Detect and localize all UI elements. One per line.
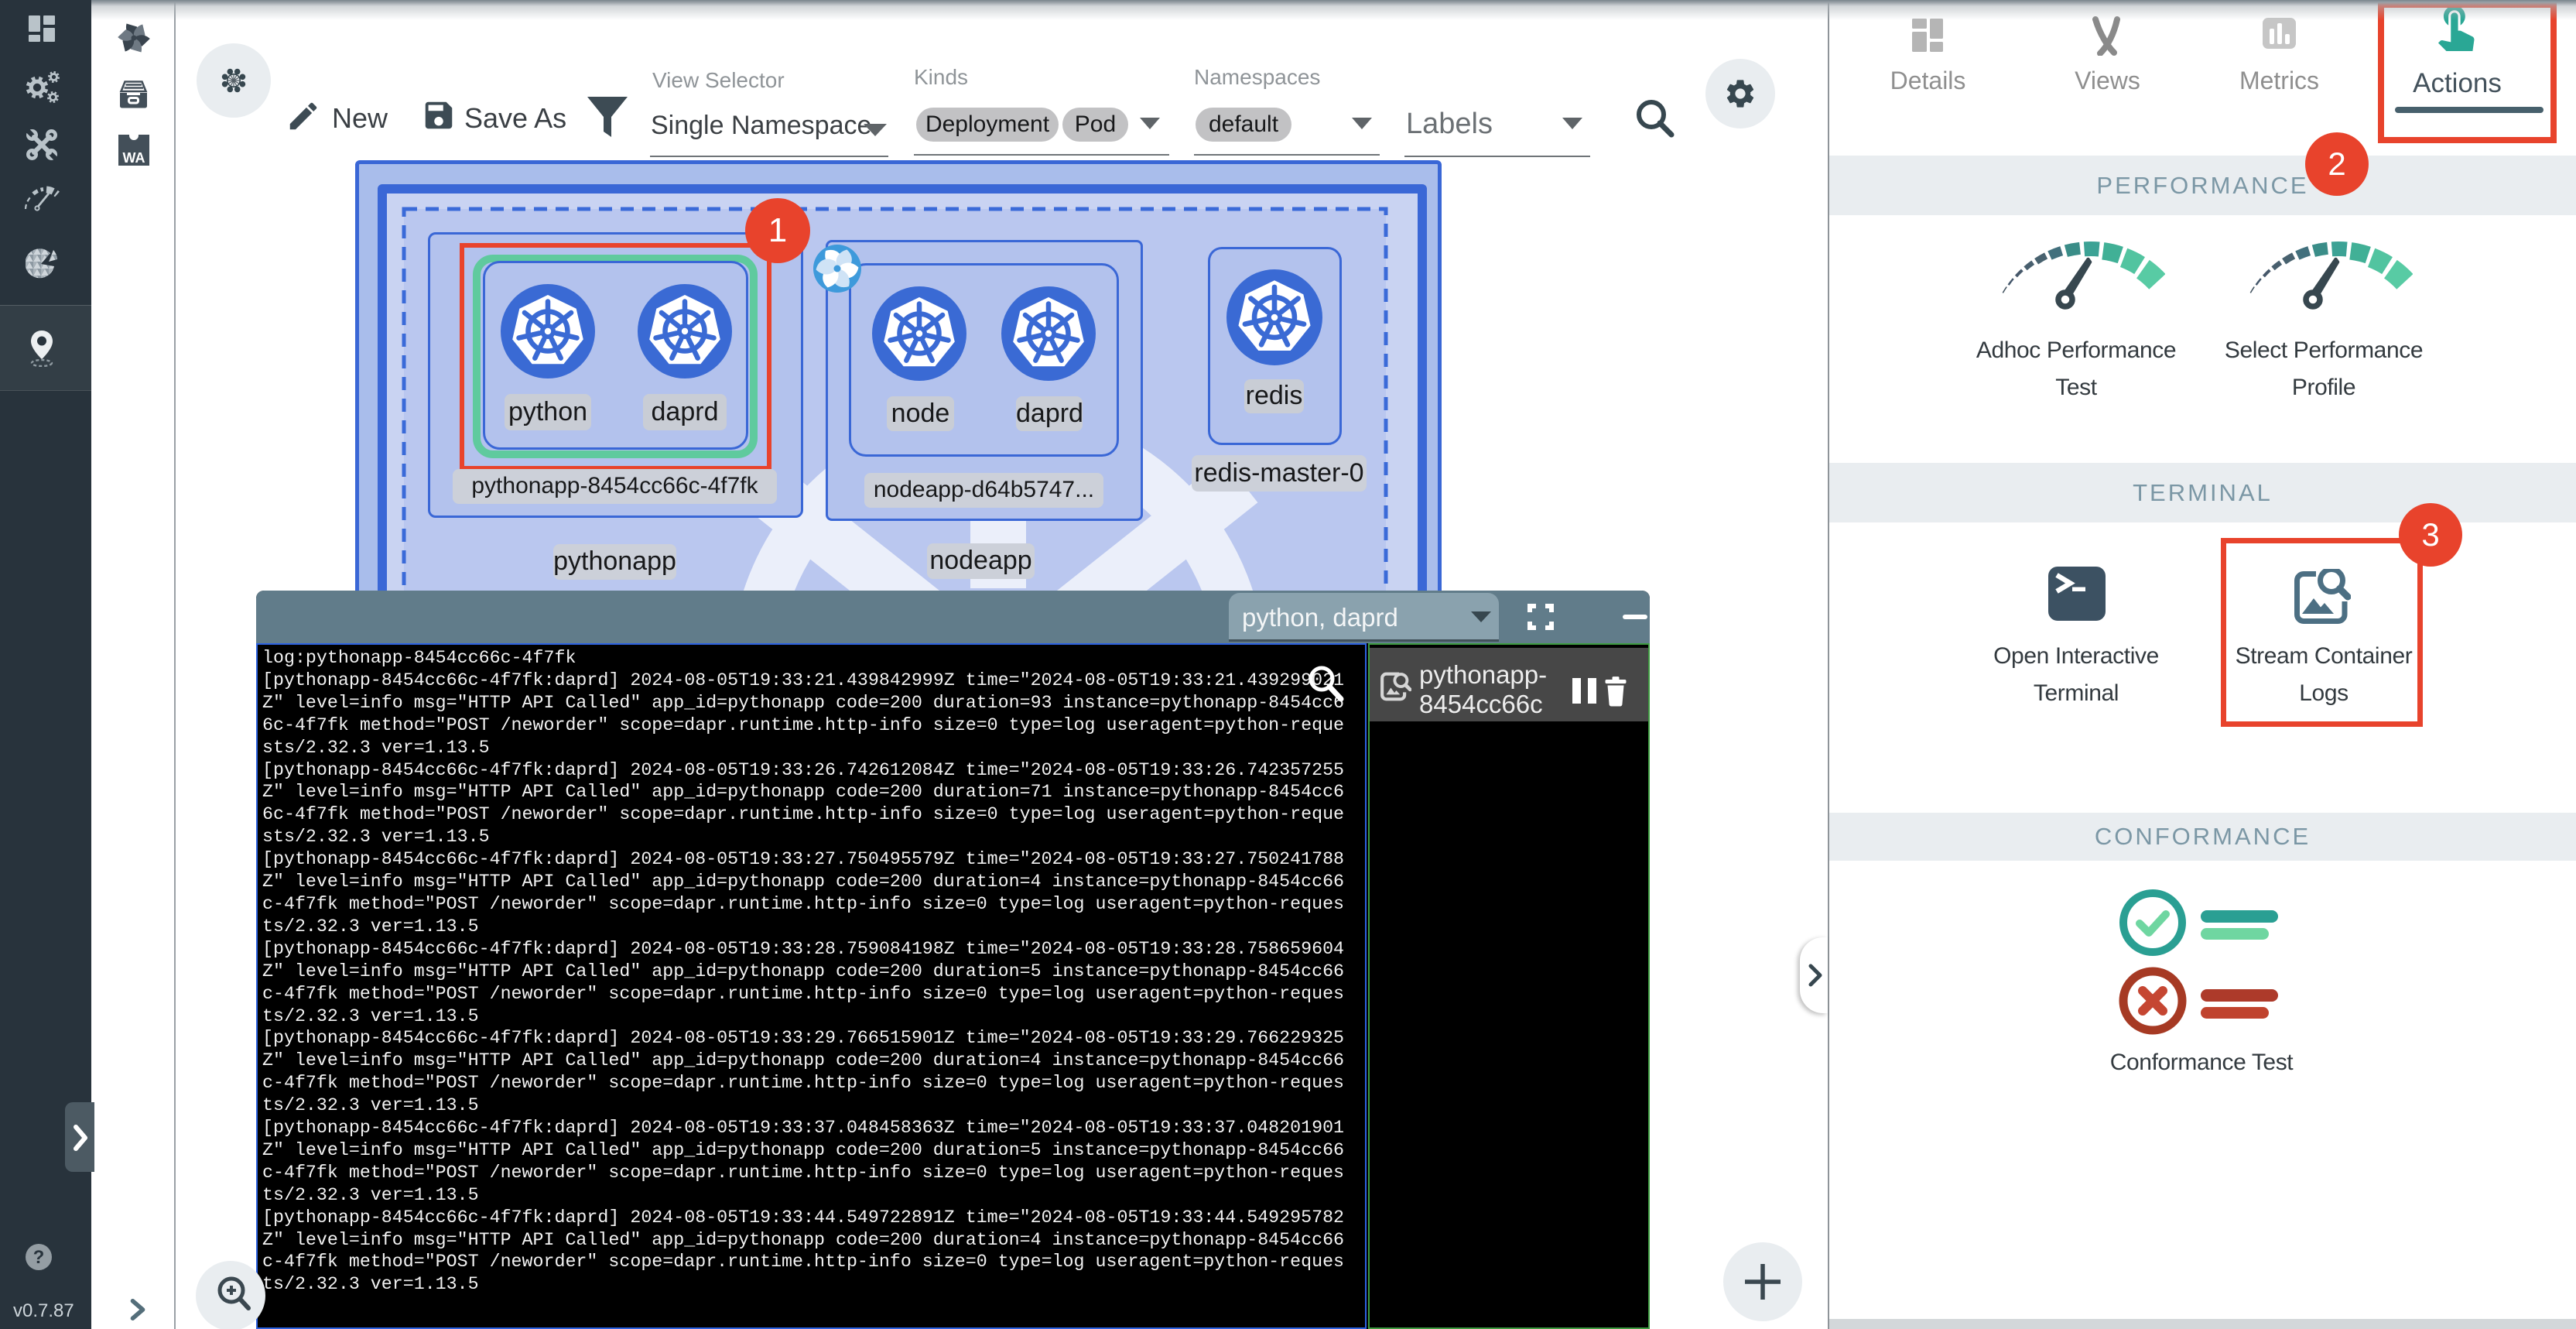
svg-text:WA: WA	[123, 150, 145, 166]
svg-text:?: ?	[33, 1247, 45, 1268]
